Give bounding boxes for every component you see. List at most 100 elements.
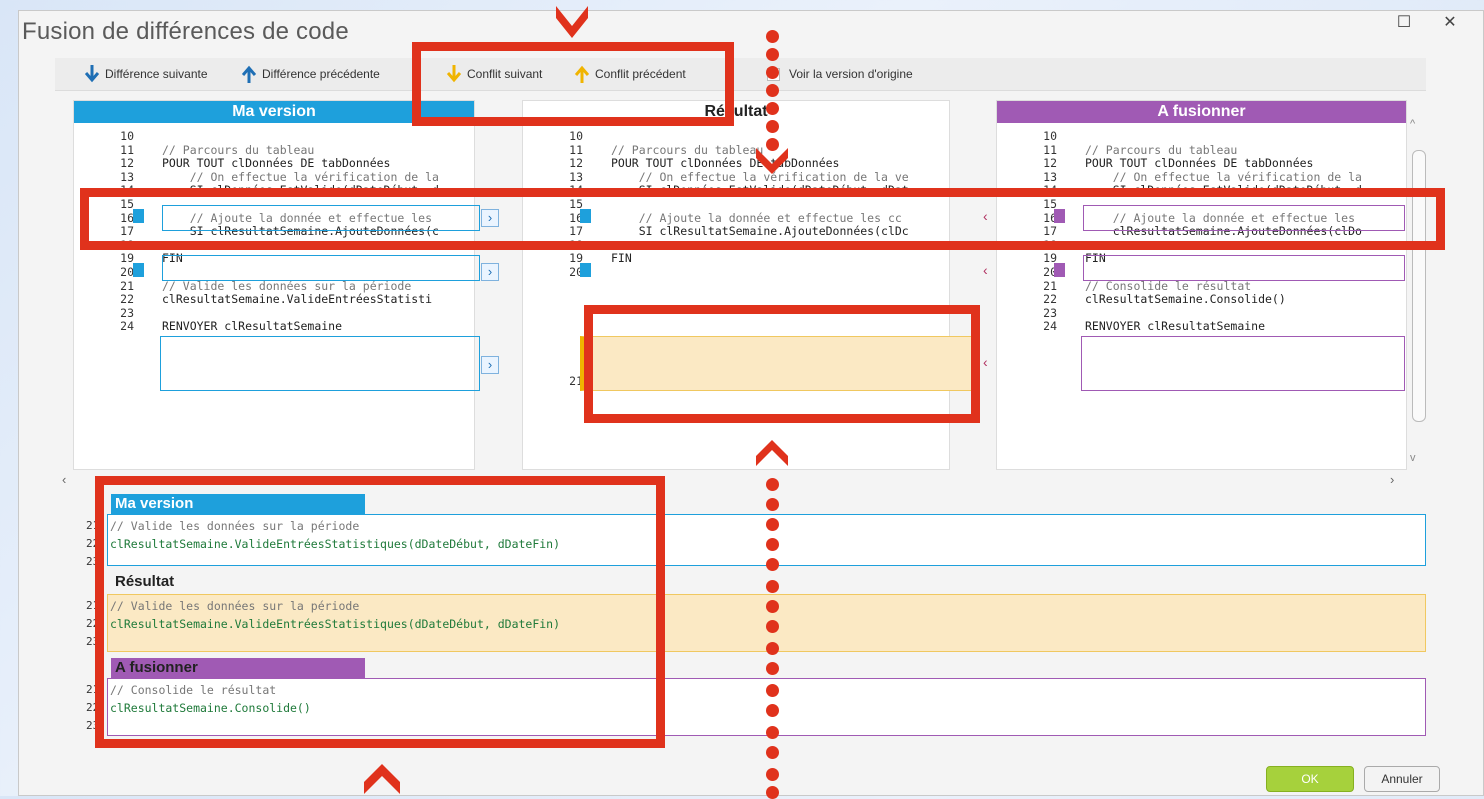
annotation-dot bbox=[766, 558, 779, 571]
annotation-detail-highlight bbox=[95, 476, 665, 748]
apply-theirs-21-button[interactable]: ‹ bbox=[983, 354, 988, 370]
arrow-up-blue-icon bbox=[242, 65, 256, 83]
code-line: FIN bbox=[611, 251, 632, 266]
code-line: POUR TOUT clDonnées DE tabDonnées bbox=[162, 156, 391, 171]
annotation-dot bbox=[766, 620, 779, 633]
toolbar: Différence suivante Différence précédent… bbox=[55, 58, 1426, 91]
arrow-down-blue-icon bbox=[85, 65, 99, 83]
annotation-dot bbox=[766, 786, 779, 799]
code-line: RENVOYER clResultatSemaine bbox=[162, 319, 343, 334]
annotation-dot bbox=[766, 498, 779, 511]
annotation-dot bbox=[766, 138, 779, 151]
line-number: 19 bbox=[120, 251, 134, 266]
scroll-left-icon[interactable]: ‹ bbox=[62, 472, 66, 487]
annotation-dot bbox=[766, 684, 779, 697]
line-number: 11 bbox=[120, 142, 134, 157]
panel-to-merge[interactable]: A fusionner 10 11 // Parcours du tableau 12… bbox=[996, 100, 1407, 470]
apply-mine-21-button[interactable]: › bbox=[481, 356, 499, 374]
line-number: 20 bbox=[120, 265, 134, 279]
diff-marker-mine-17 bbox=[133, 263, 144, 277]
dialog-title: Fusion de différences de code bbox=[22, 18, 349, 45]
code-line: clResultatSemaine.ValideEntréesStatisti bbox=[162, 292, 433, 307]
line-number: 10 bbox=[120, 129, 134, 143]
annotation-dot bbox=[766, 600, 779, 613]
line-number: 20 bbox=[1043, 265, 1057, 279]
annotation-dot bbox=[766, 48, 779, 61]
line-number: 11 bbox=[1043, 142, 1057, 157]
diff-block-theirs-21 bbox=[1081, 336, 1405, 391]
annotation-dot bbox=[766, 30, 779, 43]
chevron-down-icon bbox=[556, 6, 588, 38]
annotation-dot bbox=[766, 746, 779, 759]
cancel-button[interactable]: Annuler bbox=[1364, 766, 1440, 792]
code-line: // On effectue la vérification de la bbox=[1085, 169, 1362, 184]
maximize-button[interactable]: ☐ bbox=[1394, 12, 1414, 32]
line-number: 12 bbox=[569, 156, 583, 171]
diff-block-mine-21 bbox=[160, 336, 480, 391]
line-number: 21 bbox=[569, 374, 583, 388]
annotation-dot bbox=[766, 84, 779, 97]
annotation-row-highlight bbox=[80, 188, 1445, 250]
code-line: clResultatSemaine.Consolide() bbox=[1085, 292, 1286, 307]
line-number: 13 bbox=[1043, 169, 1057, 184]
line-number: 12 bbox=[120, 156, 134, 171]
prev-difference-button[interactable]: Différence précédente bbox=[242, 58, 380, 90]
line-number: 23 bbox=[1043, 305, 1057, 320]
apply-theirs-17-button[interactable]: ‹ bbox=[983, 262, 988, 278]
diff-marker-theirs-17 bbox=[1054, 263, 1065, 277]
code-line: // Parcours du tableau bbox=[162, 142, 315, 157]
annotation-dot bbox=[766, 102, 779, 115]
next-difference-button[interactable]: Différence suivante bbox=[85, 58, 208, 90]
line-number: 13 bbox=[120, 169, 134, 184]
annotation-dot bbox=[766, 120, 779, 133]
diff-block-mine-17 bbox=[162, 255, 480, 281]
annotation-dot bbox=[766, 538, 779, 551]
next-difference-label: Différence suivante bbox=[105, 67, 208, 81]
line-number: 19 bbox=[1043, 251, 1057, 266]
code-line: RENVOYER clResultatSemaine bbox=[1085, 319, 1266, 334]
annotation-dot bbox=[766, 478, 779, 491]
line-number: 19 bbox=[569, 251, 583, 266]
code-line: // Parcours du tableau bbox=[611, 142, 764, 157]
line-number: 24 bbox=[1043, 319, 1057, 334]
annotation-conflict-highlight bbox=[584, 305, 980, 423]
line-number: 10 bbox=[569, 129, 583, 143]
chevron-up-icon bbox=[364, 764, 400, 794]
panel-to-merge-header: A fusionner bbox=[997, 101, 1406, 123]
annotation-dot bbox=[766, 768, 779, 781]
prev-difference-label: Différence précédente bbox=[262, 67, 380, 81]
scroll-down-icon[interactable]: v bbox=[1410, 452, 1416, 464]
line-number: 22 bbox=[1043, 292, 1057, 307]
chevron-up-icon bbox=[756, 440, 788, 466]
line-number: 21 bbox=[120, 278, 134, 293]
line-number: 23 bbox=[120, 305, 134, 320]
line-number: 13 bbox=[569, 169, 583, 184]
code-line: // On effectue la vérification de la bbox=[162, 169, 439, 184]
diff-block-theirs-17 bbox=[1083, 255, 1405, 281]
line-number: 21 bbox=[1043, 278, 1057, 293]
close-button[interactable]: ✕ bbox=[1440, 12, 1460, 32]
scroll-up-icon[interactable]: ^ bbox=[1410, 118, 1415, 130]
annotation-dot bbox=[766, 66, 779, 79]
annotation-toolbar-highlight bbox=[412, 42, 734, 126]
ok-button[interactable]: OK bbox=[1266, 766, 1354, 792]
panel-my-version[interactable]: Ma version 10 11// Parcours du tableau 12 P… bbox=[73, 100, 475, 470]
code-line: POUR TOUT clDonnées DE tabDonnées bbox=[611, 156, 840, 171]
code-line: POUR TOUT clDonnées DE tabDonnées bbox=[1085, 156, 1314, 171]
annotation-dot bbox=[766, 518, 779, 531]
annotation-dot bbox=[766, 726, 779, 739]
apply-mine-17-button[interactable]: › bbox=[481, 263, 499, 281]
line-number: 22 bbox=[120, 292, 134, 307]
annotation-dot bbox=[766, 642, 779, 655]
line-number: 10 bbox=[1043, 129, 1057, 143]
scroll-right-icon[interactable]: › bbox=[1390, 472, 1394, 487]
annotation-dot bbox=[766, 580, 779, 593]
vertical-scrollbar[interactable]: ^ v bbox=[1410, 118, 1426, 464]
line-number: 12 bbox=[1043, 156, 1057, 171]
line-number: 11 bbox=[569, 142, 583, 157]
code-line: // Parcours du tableau bbox=[1085, 142, 1238, 157]
line-number: 20 bbox=[569, 265, 583, 279]
annotation-dot bbox=[766, 704, 779, 717]
show-original-label: Voir la version d'origine bbox=[789, 67, 913, 81]
line-number: 24 bbox=[120, 319, 134, 334]
